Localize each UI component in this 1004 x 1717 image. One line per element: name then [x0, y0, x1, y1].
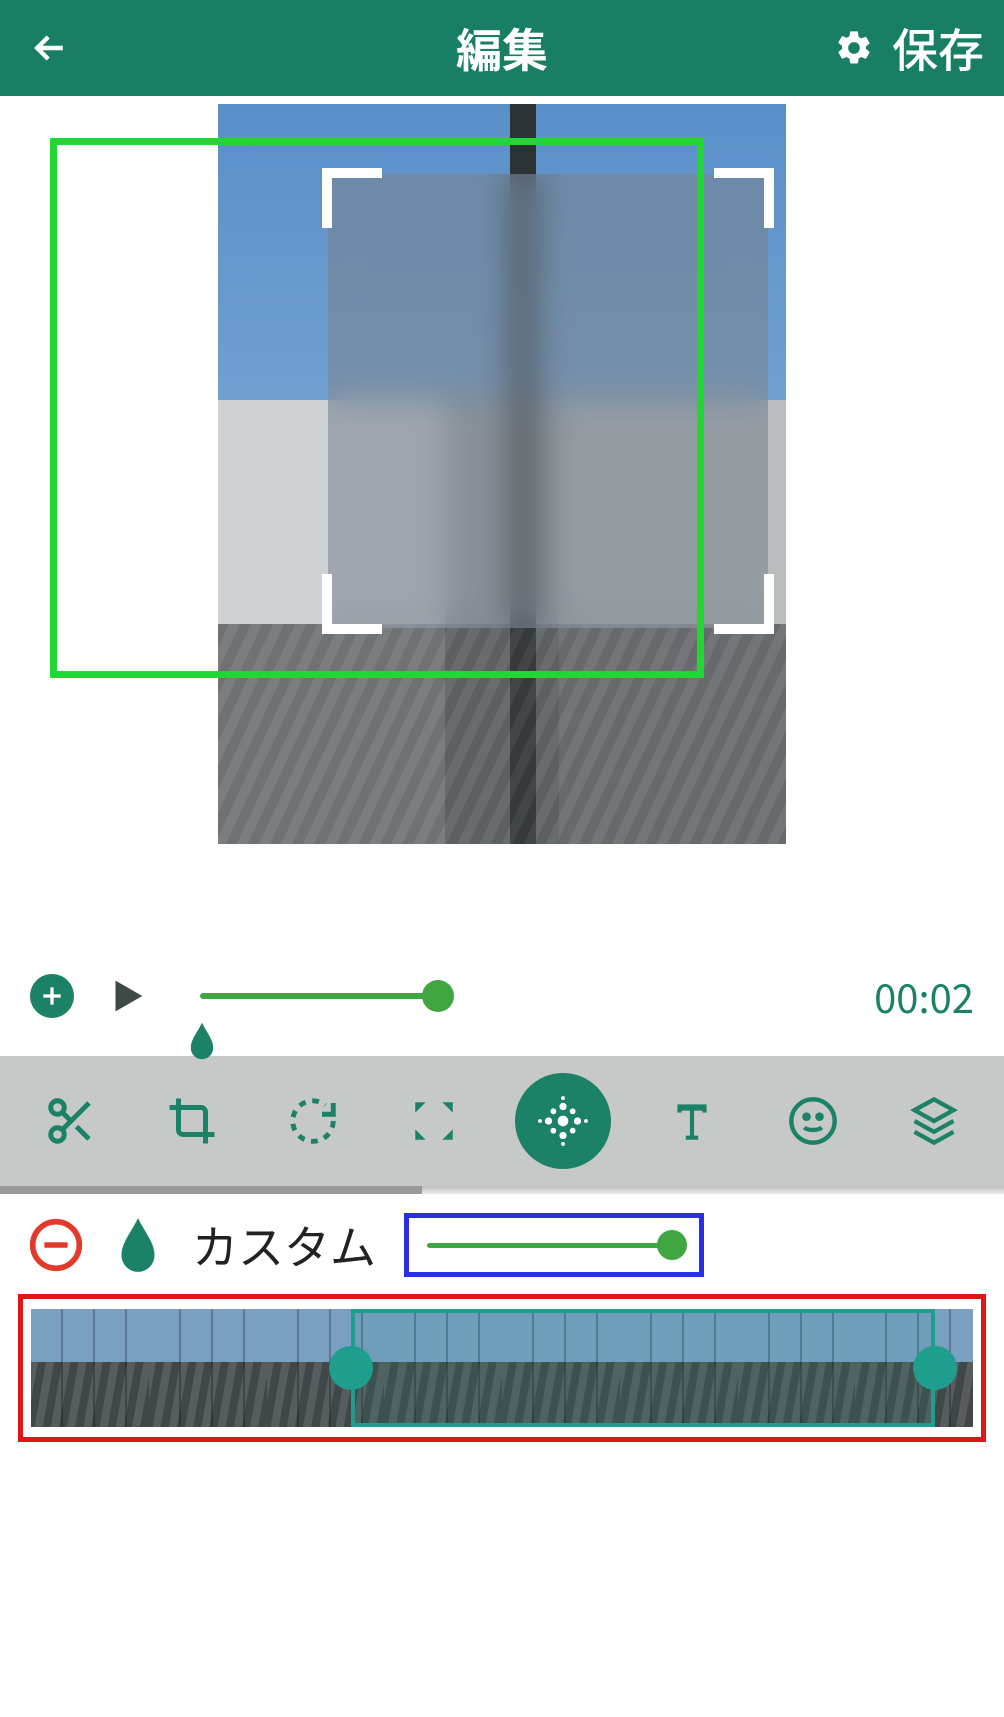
intensity-knob[interactable] — [657, 1230, 687, 1260]
gear-icon — [834, 28, 874, 68]
progress-knob[interactable] — [422, 980, 454, 1012]
crop-handle-br[interactable] — [714, 574, 774, 634]
timeline-thumb[interactable] — [149, 1309, 267, 1427]
expand-icon — [409, 1096, 459, 1146]
rotate-icon — [286, 1094, 340, 1148]
droplet-icon — [185, 1020, 219, 1062]
droplet-icon — [112, 1214, 164, 1276]
settings-button[interactable] — [834, 28, 874, 68]
text-icon — [667, 1096, 717, 1146]
timeline-thumb[interactable] — [31, 1309, 149, 1427]
video-preview — [0, 96, 1004, 936]
plus-icon — [39, 983, 65, 1009]
scissors-icon — [44, 1094, 98, 1148]
selection-handle-right[interactable] — [913, 1346, 957, 1390]
layers-icon — [908, 1095, 960, 1147]
play-button[interactable] — [104, 973, 150, 1019]
tool-rotate[interactable] — [273, 1081, 353, 1161]
emoji-icon — [787, 1095, 839, 1147]
selection-handle-left[interactable] — [329, 1346, 373, 1390]
video-frame[interactable] — [218, 104, 786, 844]
tool-text[interactable] — [652, 1081, 732, 1161]
tool-layers[interactable] — [894, 1081, 974, 1161]
time-display: 00:02 — [874, 967, 974, 1025]
progress-bar[interactable] — [200, 993, 440, 999]
crop-handle-bl[interactable] — [322, 574, 382, 634]
tool-emoji[interactable] — [773, 1081, 853, 1161]
back-button[interactable] — [20, 26, 80, 70]
blur-settings-row: カスタム — [0, 1194, 1004, 1288]
effect-mode-label: カスタム — [192, 1212, 376, 1278]
play-icon — [104, 973, 150, 1019]
tool-crop[interactable] — [152, 1081, 232, 1161]
timeline-selection[interactable] — [351, 1309, 935, 1427]
annotation-highlight-red — [18, 1294, 986, 1442]
tool-expand[interactable] — [394, 1081, 474, 1161]
video-timeline[interactable] — [31, 1309, 973, 1427]
blur-icon — [534, 1092, 592, 1150]
arrow-left-icon — [28, 26, 72, 70]
edit-toolbar — [0, 1056, 1004, 1186]
blur-region[interactable] — [328, 174, 768, 628]
tool-cut[interactable] — [31, 1081, 111, 1161]
effect-type-indicator[interactable] — [112, 1214, 164, 1276]
save-button[interactable]: 保存 — [892, 15, 984, 81]
minus-circle-icon — [28, 1217, 84, 1273]
crop-handle-tr[interactable] — [714, 168, 774, 228]
intensity-slider[interactable] — [427, 1243, 681, 1248]
effect-marker[interactable] — [185, 1020, 219, 1062]
playback-controls: 00:02 — [0, 936, 1004, 1056]
crop-icon — [165, 1094, 219, 1148]
remove-effect-button[interactable] — [28, 1217, 84, 1273]
app-header: 編集 保存 — [0, 0, 1004, 96]
tool-blur[interactable] — [515, 1073, 611, 1169]
add-button[interactable] — [30, 974, 74, 1018]
annotation-highlight-blue — [404, 1213, 704, 1277]
crop-handle-tl[interactable] — [322, 168, 382, 228]
